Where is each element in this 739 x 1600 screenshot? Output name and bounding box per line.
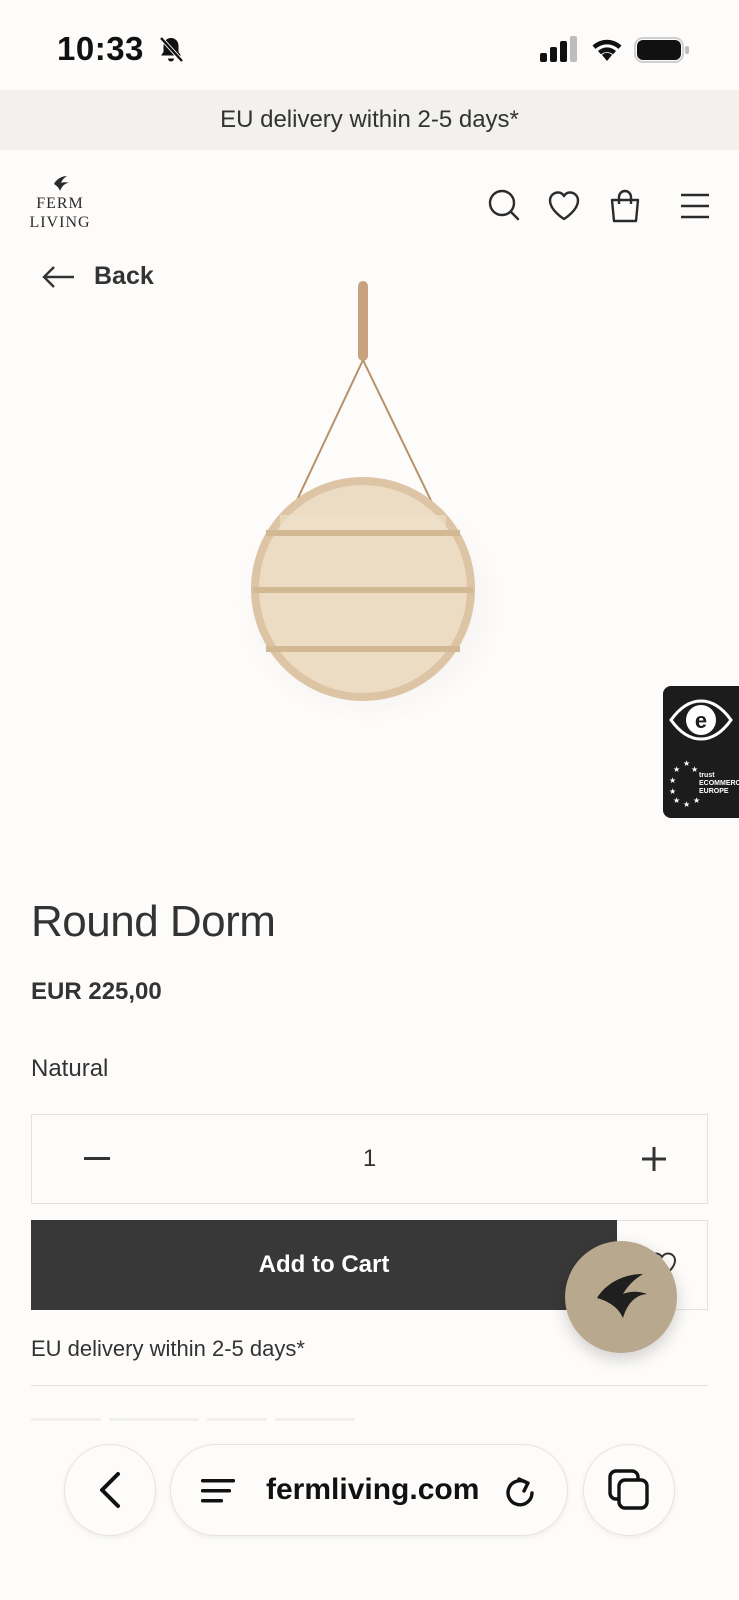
search-icon[interactable] <box>486 188 522 224</box>
svg-text:★: ★ <box>669 787 676 796</box>
chat-assistant-button[interactable] <box>565 1241 677 1353</box>
address-bar[interactable]: fermliving.com <box>170 1444 568 1536</box>
url-text: fermliving.com <box>266 1473 480 1506</box>
trust-line-1: trust <box>699 772 715 779</box>
divider <box>31 1385 708 1386</box>
back-label: Back <box>94 262 154 290</box>
menu-icon[interactable] <box>677 188 713 224</box>
ferm-living-logo[interactable]: FERM LIVING <box>28 176 92 232</box>
product-variant[interactable]: Natural <box>31 1055 108 1083</box>
logo-line-1: FERM <box>36 195 84 212</box>
faded-content-row <box>31 1408 391 1421</box>
trust-badge-text: trust ECOMMERCE EUROPE <box>699 772 739 796</box>
trust-ecommerce-badge[interactable]: e ★★★ ★★ ★★★ trust ECOMMERCE EUROPE <box>663 686 739 818</box>
promo-text: EU delivery within 2-5 days* <box>220 106 519 133</box>
svg-text:★: ★ <box>673 796 680 805</box>
add-to-cart-button[interactable]: Add to Cart <box>31 1220 617 1310</box>
heart-icon[interactable] <box>546 188 582 224</box>
trust-line-3: EUROPE <box>699 788 729 795</box>
svg-text:★: ★ <box>673 765 680 774</box>
chevron-left-icon <box>100 1472 120 1508</box>
status-time: 10:33 <box>57 30 144 67</box>
site-header: FERM LIVING <box>0 150 739 260</box>
eu-stars-icon: ★★ ★ ★★ ★ ★ ★ <box>669 759 700 808</box>
browser-toolbar: fermliving.com <box>0 1415 739 1600</box>
trust-line-2: ECOMMERCE <box>699 780 739 787</box>
battery-icon <box>634 37 689 63</box>
quantity-decrease-button[interactable] <box>72 1115 122 1203</box>
reload-icon[interactable] <box>504 1473 538 1509</box>
page-menu-icon <box>201 1479 235 1503</box>
logo-line-2: LIVING <box>29 214 91 231</box>
tabs-button[interactable] <box>583 1444 675 1536</box>
browser-back-button[interactable] <box>64 1444 156 1536</box>
tabs-icon <box>608 1469 649 1510</box>
svg-text:★: ★ <box>683 800 690 808</box>
cell-signal-icon <box>540 36 577 62</box>
back-link[interactable]: Back <box>42 262 154 291</box>
status-bar: 10:33 <box>0 0 739 90</box>
product-title: Round Dorm <box>31 897 276 946</box>
quantity-increase-button[interactable] <box>629 1115 679 1203</box>
product-price: EUR 225,00 <box>31 978 162 1005</box>
quantity-stepper: 1 <box>31 1114 708 1204</box>
promo-bar: EU delivery within 2-5 days* <box>0 90 739 150</box>
svg-text:★: ★ <box>683 759 690 768</box>
delivery-note: EU delivery within 2-5 days* <box>31 1336 305 1361</box>
svg-text:★: ★ <box>691 765 698 774</box>
bell-muted-icon <box>159 36 184 63</box>
bird-logo-icon <box>54 176 69 191</box>
arrow-left-icon <box>42 265 74 288</box>
trust-eye-icon: e <box>669 699 733 741</box>
svg-text:e: e <box>695 708 707 733</box>
quantity-value: 1 <box>362 1145 377 1172</box>
svg-text:★: ★ <box>693 796 700 805</box>
wifi-icon <box>592 39 622 61</box>
svg-text:★: ★ <box>669 776 676 785</box>
plus-icon <box>642 1147 666 1171</box>
bird-logo-icon <box>597 1274 647 1318</box>
minus-icon <box>84 1157 110 1160</box>
shopping-bag-icon[interactable] <box>607 188 643 224</box>
product-image <box>235 281 505 725</box>
